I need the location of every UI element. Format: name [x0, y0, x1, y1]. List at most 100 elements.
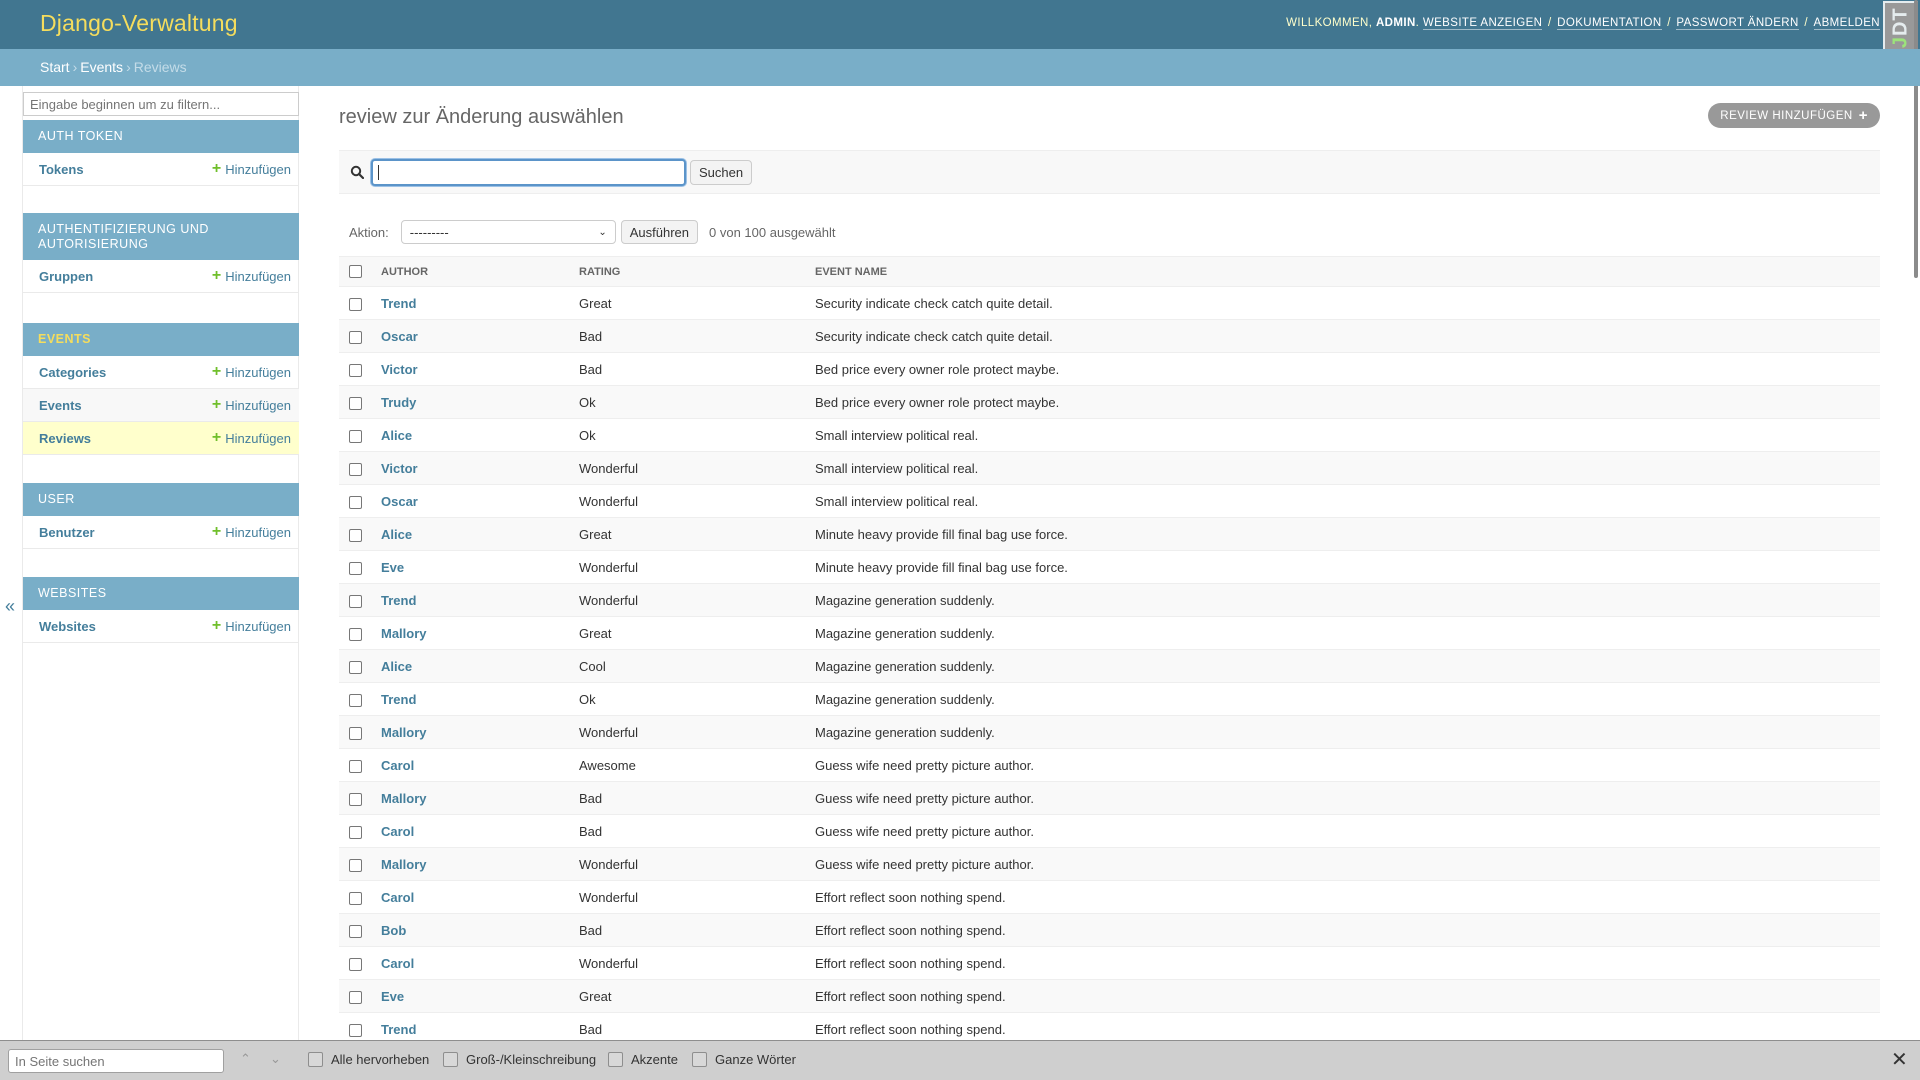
author-link[interactable]: Trend	[381, 296, 416, 311]
row-checkbox[interactable]	[349, 660, 362, 674]
author-link[interactable]: Victor	[381, 362, 418, 377]
documentation-link[interactable]: Dokumentation	[1557, 17, 1662, 30]
author-link[interactable]: Mallory	[381, 857, 427, 872]
page-scrollbar[interactable]	[1914, 0, 1918, 278]
author-link[interactable]: Trend	[381, 593, 416, 608]
column-header-rating[interactable]: Rating	[579, 256, 815, 287]
add-link[interactable]: + Hinzufügen	[212, 161, 291, 177]
search-button[interactable]: Suchen	[690, 160, 753, 185]
table-row: Victor Wonderful Small interview political…	[339, 451, 1880, 485]
author-link[interactable]: Carol	[381, 956, 414, 971]
search-input[interactable]	[371, 159, 686, 186]
nav-filter-input[interactable]	[23, 92, 299, 116]
model-link[interactable]: Websites	[39, 619, 96, 634]
row-checkbox[interactable]	[349, 792, 362, 806]
author-link[interactable]: Oscar	[381, 494, 418, 509]
row-checkbox[interactable]	[349, 726, 362, 740]
change-password-link[interactable]: Passwort ändern	[1676, 17, 1799, 30]
row-checkbox[interactable]	[349, 693, 362, 707]
row-checkbox[interactable]	[349, 1023, 362, 1037]
row-checkbox[interactable]	[349, 825, 362, 839]
author-link[interactable]: Carol	[381, 758, 414, 773]
row-checkbox[interactable]	[349, 462, 362, 476]
model-link[interactable]: Categories	[39, 365, 106, 380]
row-checkbox[interactable]	[349, 528, 362, 542]
model-link[interactable]: Reviews	[39, 431, 91, 446]
find-previous-icon[interactable]: ⌃	[240, 1051, 251, 1067]
author-link[interactable]: Mallory	[381, 791, 427, 806]
close-icon[interactable]: ✕	[1891, 1050, 1908, 1070]
row-checkbox[interactable]	[349, 858, 362, 872]
find-next-icon[interactable]: ⌄	[270, 1051, 281, 1067]
model-link[interactable]: Benutzer	[39, 525, 95, 540]
row-checkbox[interactable]	[349, 957, 362, 971]
action-select[interactable]: --------- ⌄	[400, 220, 616, 244]
module-caption[interactable]: Auth Token	[23, 120, 299, 153]
module-caption[interactable]: Authentifizierung und Autorisierung	[23, 213, 299, 260]
column-header-event-name[interactable]: Event Name	[815, 256, 1880, 287]
add-link[interactable]: + Hinzufügen	[212, 397, 291, 413]
row-checkbox[interactable]	[349, 891, 362, 905]
match-diacritics-option[interactable]: Akzente	[608, 1052, 678, 1067]
author-link[interactable]: Eve	[381, 560, 404, 575]
row-checkbox[interactable]	[349, 594, 362, 608]
author-link[interactable]: Eve	[381, 989, 404, 1004]
author-link[interactable]: Bob	[381, 923, 406, 938]
module-caption[interactable]: Websites	[23, 577, 299, 610]
author-link[interactable]: Carol	[381, 890, 414, 905]
author-link[interactable]: Trend	[381, 1022, 416, 1037]
model-link[interactable]: Gruppen	[39, 269, 93, 284]
row-checkbox[interactable]	[349, 297, 362, 311]
author-link[interactable]: Trend	[381, 692, 416, 707]
author-link[interactable]: Alice	[381, 428, 412, 443]
plus-icon: +	[211, 267, 222, 284]
add-link[interactable]: + Hinzufügen	[212, 430, 291, 446]
whole-words-option[interactable]: Ganze Wörter	[692, 1052, 796, 1067]
author-link[interactable]: Trudy	[381, 395, 416, 410]
row-checkbox[interactable]	[349, 759, 362, 773]
module-caption[interactable]: User	[23, 483, 299, 516]
row-checkbox[interactable]	[349, 330, 362, 344]
view-site-link[interactable]: Website anzeigen	[1422, 17, 1543, 30]
add-review-button[interactable]: Review hinzufügen +	[1708, 103, 1880, 128]
row-checkbox[interactable]	[349, 627, 362, 641]
row-checkbox[interactable]	[349, 495, 362, 509]
checkbox[interactable]	[608, 1052, 623, 1067]
column-header-author[interactable]: Author	[381, 256, 579, 287]
highlight-all-option[interactable]: Alle hervorheben	[308, 1052, 429, 1067]
find-in-page-input[interactable]	[8, 1049, 224, 1073]
row-checkbox[interactable]	[349, 990, 362, 1004]
row-checkbox[interactable]	[349, 363, 362, 377]
author-link[interactable]: Carol	[381, 824, 414, 839]
add-link[interactable]: + Hinzufügen	[212, 364, 291, 380]
site-brand[interactable]: Django-Verwaltung	[40, 10, 238, 37]
add-link[interactable]: + Hinzufügen	[212, 268, 291, 284]
row-checkbox[interactable]	[349, 924, 362, 938]
model-link[interactable]: Events	[39, 398, 82, 413]
logout-link[interactable]: Abmelden	[1813, 17, 1880, 30]
collapse-sidebar-icon[interactable]: «	[5, 596, 15, 617]
add-link[interactable]: + Hinzufügen	[212, 524, 291, 540]
event-name-cell: Guess wife need pretty picture author.	[815, 814, 1880, 848]
match-case-option[interactable]: Groß-/Kleinschreibung	[443, 1052, 596, 1067]
username: admin	[1375, 17, 1416, 29]
checkbox[interactable]	[692, 1052, 707, 1067]
author-link[interactable]: Mallory	[381, 725, 427, 740]
model-link[interactable]: Tokens	[39, 162, 84, 177]
run-action-button[interactable]: Ausführen	[620, 220, 699, 244]
checkbox[interactable]	[308, 1052, 323, 1067]
select-all-checkbox[interactable]	[349, 265, 362, 278]
checkbox[interactable]	[443, 1052, 458, 1067]
row-checkbox[interactable]	[349, 561, 362, 575]
module-caption[interactable]: Events	[23, 323, 299, 356]
author-link[interactable]: Oscar	[381, 329, 418, 344]
row-checkbox[interactable]	[349, 429, 362, 443]
author-link[interactable]: Mallory	[381, 626, 427, 641]
add-link[interactable]: + Hinzufügen	[212, 618, 291, 634]
author-link[interactable]: Victor	[381, 461, 418, 476]
author-link[interactable]: Alice	[381, 527, 412, 542]
breadcrumb-start[interactable]: Start	[40, 59, 70, 75]
author-link[interactable]: Alice	[381, 659, 412, 674]
breadcrumb-events[interactable]: Events	[80, 59, 123, 75]
row-checkbox[interactable]	[349, 396, 362, 410]
